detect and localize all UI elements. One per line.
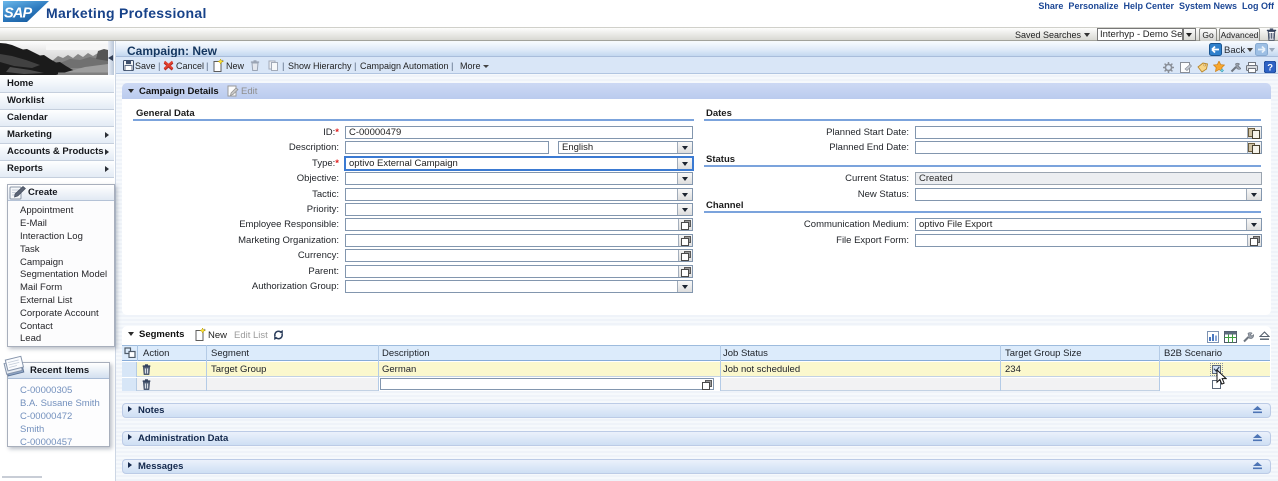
svg-text:?: ? bbox=[1267, 63, 1273, 74]
svg-text:SAP: SAP bbox=[4, 6, 33, 22]
